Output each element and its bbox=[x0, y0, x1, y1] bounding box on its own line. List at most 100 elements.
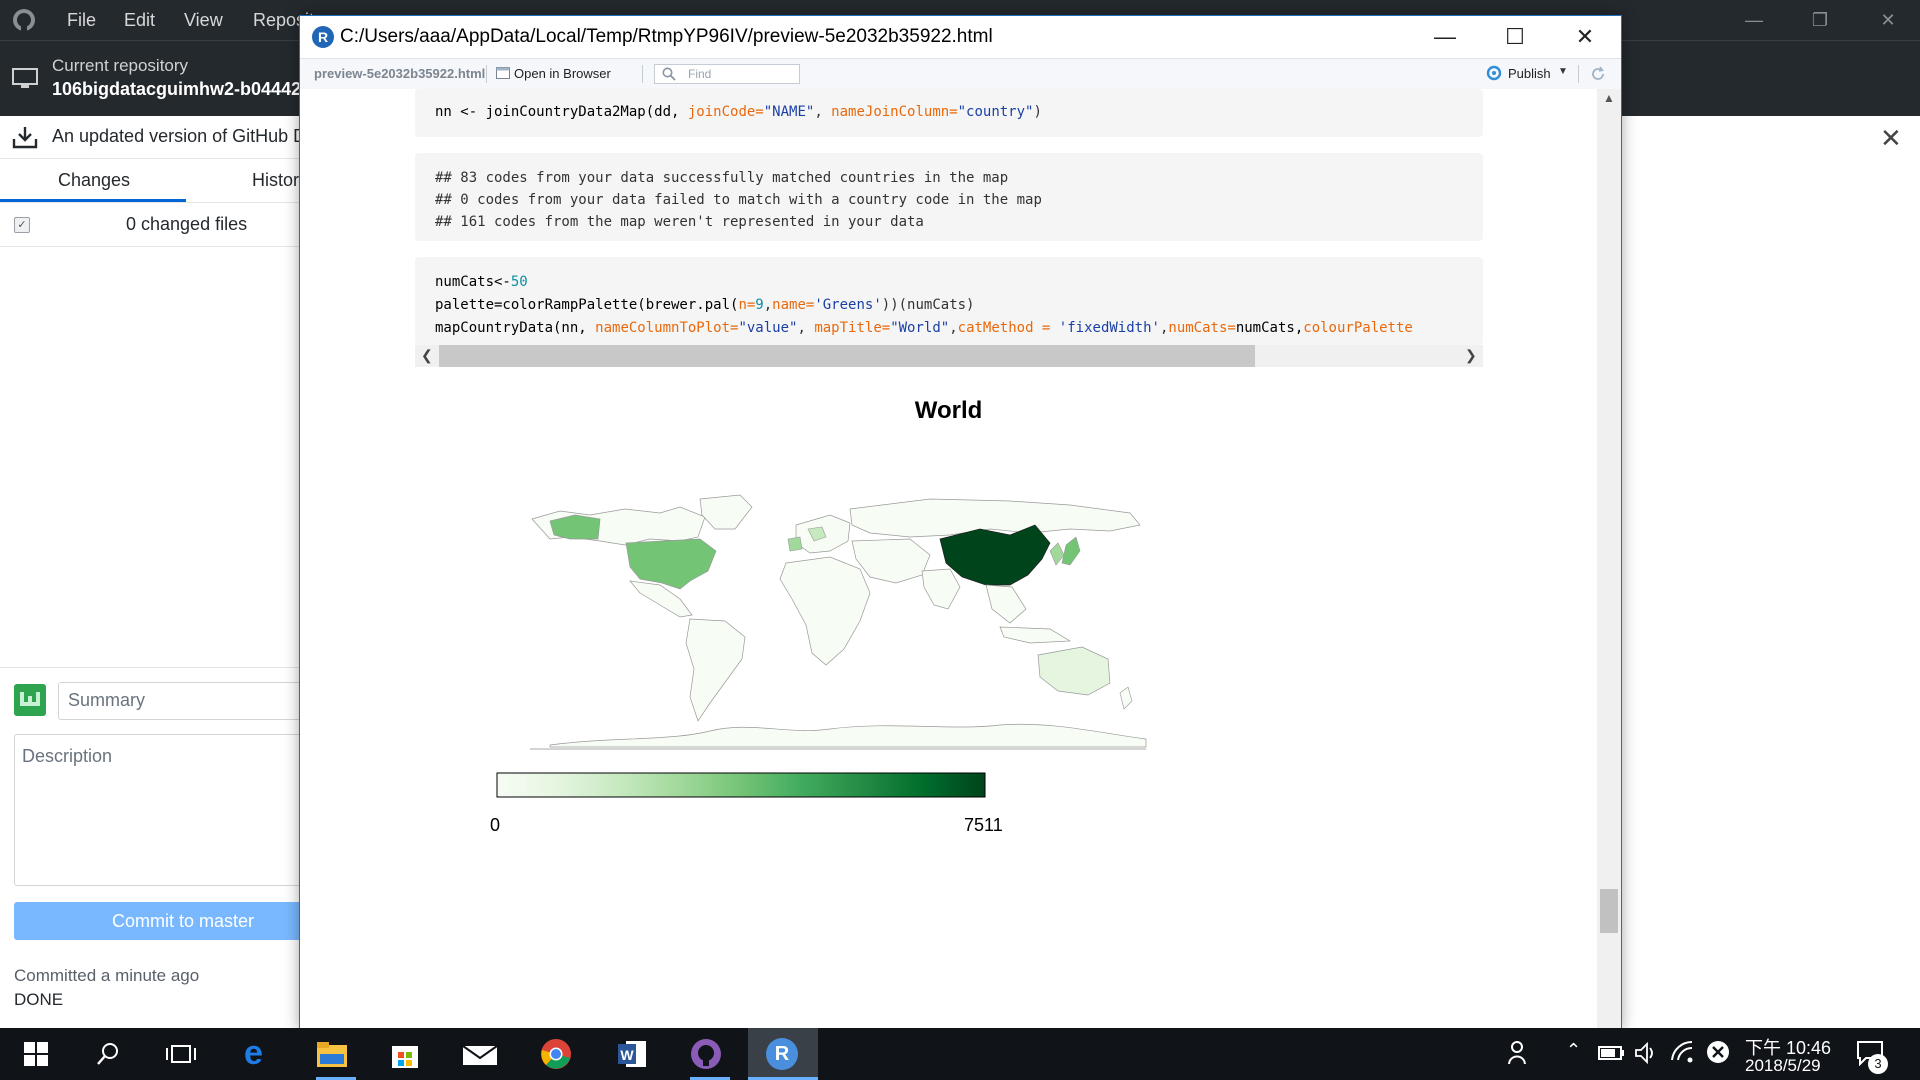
code-token: mapTitle= bbox=[814, 320, 891, 336]
refresh-icon[interactable] bbox=[1590, 66, 1606, 82]
chevron-up-icon[interactable]: ⌃ bbox=[1566, 1040, 1581, 1061]
svg-text:W: W bbox=[620, 1047, 634, 1063]
find-placeholder: Find bbox=[688, 67, 712, 81]
map-title: World bbox=[914, 397, 983, 424]
viewer-maximize-icon[interactable]: ☐ bbox=[1480, 16, 1550, 58]
commit-button[interactable]: Commit to master bbox=[14, 902, 304, 940]
viewer-file-label: preview-5e2032b35922.html bbox=[314, 66, 486, 81]
code-token: catMethod = bbox=[957, 320, 1059, 336]
usa bbox=[625, 538, 717, 590]
viewer-vertical-scrollbar[interactable]: ▲ bbox=[1597, 89, 1621, 1029]
publish-dropdown-icon[interactable]: ▼ bbox=[1558, 66, 1568, 77]
search-icon[interactable] bbox=[96, 1042, 120, 1066]
code-token: "World" bbox=[890, 320, 950, 336]
scroll-right-icon[interactable]: ❯ bbox=[1465, 347, 1477, 364]
menu-view[interactable]: View bbox=[184, 0, 223, 40]
banner-close-icon[interactable]: ✕ bbox=[1880, 123, 1902, 154]
summary-placeholder: Summary bbox=[68, 690, 146, 710]
scroll-up-icon[interactable]: ▲ bbox=[1603, 91, 1615, 105]
edge-browser-icon[interactable]: e bbox=[244, 1036, 278, 1070]
south-america bbox=[685, 618, 746, 722]
github-desktop-icon[interactable] bbox=[690, 1038, 722, 1070]
code-line: nn <- joinCountryData2Map(dd, joinCode="… bbox=[435, 101, 1042, 123]
menu-edit[interactable]: Edit bbox=[124, 0, 155, 40]
scroll-left-icon[interactable]: ❮ bbox=[421, 347, 433, 364]
output-line: ## 161 codes from the map weren't repres… bbox=[435, 214, 924, 230]
wifi-icon[interactable] bbox=[1670, 1040, 1696, 1064]
code-token: ) bbox=[1033, 104, 1042, 120]
code-token: numCats= bbox=[1168, 320, 1236, 336]
output-line: ## 0 codes from your data failed to matc… bbox=[435, 192, 1042, 208]
korea bbox=[1049, 542, 1065, 566]
last-commit-message[interactable]: DONE bbox=[14, 990, 63, 1010]
map-legend bbox=[496, 772, 986, 798]
code-token: mapCountryData(nn, bbox=[435, 320, 596, 336]
code-token: n= bbox=[738, 297, 756, 313]
code-token: colourPalette bbox=[1303, 320, 1413, 336]
antarctica bbox=[549, 723, 1147, 748]
github-main-area bbox=[1622, 158, 1920, 1028]
code-token: , bbox=[797, 320, 815, 336]
code-token: "country" bbox=[957, 104, 1034, 120]
select-all-checkbox[interactable]: ✓ bbox=[14, 217, 30, 233]
code-line: palette=colorRampPalette(brewer.pal(n=9,… bbox=[435, 294, 974, 316]
close-icon[interactable]: ✕ bbox=[1860, 0, 1916, 40]
new-zealand bbox=[1119, 686, 1133, 710]
task-view-icon[interactable] bbox=[166, 1044, 196, 1064]
australia bbox=[1037, 646, 1111, 696]
viewer-close-icon[interactable]: ✕ bbox=[1550, 16, 1620, 58]
store-icon[interactable] bbox=[390, 1038, 420, 1070]
code-token: , bbox=[763, 297, 773, 313]
code-token: 9 bbox=[755, 297, 764, 313]
toolbar-separator bbox=[486, 65, 487, 83]
windows-start-icon[interactable] bbox=[24, 1042, 48, 1066]
russia bbox=[849, 498, 1141, 538]
publish-button[interactable]: Publish bbox=[1508, 66, 1551, 81]
battery-icon[interactable] bbox=[1598, 1044, 1624, 1062]
rstudio-icon[interactable]: R bbox=[766, 1038, 798, 1070]
indonesia bbox=[999, 626, 1072, 644]
legend-color-bar bbox=[496, 772, 986, 798]
code-token: ))(numCats) bbox=[881, 297, 975, 313]
code-chunk: nn <- joinCountryData2Map(dd, joinCode="… bbox=[415, 89, 1483, 137]
code-horizontal-scrollbar[interactable]: ❮ ❯ bbox=[415, 345, 1483, 367]
output-line: ## 83 codes from your data successfully … bbox=[435, 170, 1009, 186]
menu-file[interactable]: File bbox=[67, 0, 96, 40]
avatar bbox=[14, 684, 46, 716]
identicon-icon bbox=[20, 692, 40, 706]
file-explorer-icon[interactable] bbox=[316, 1040, 348, 1068]
people-icon[interactable] bbox=[1508, 1040, 1532, 1066]
mail-icon[interactable] bbox=[462, 1042, 498, 1066]
r-logo-icon: R bbox=[312, 26, 334, 48]
restore-icon[interactable]: ❐ bbox=[1792, 0, 1848, 40]
changed-files-count: 0 changed files bbox=[126, 214, 248, 234]
world-map bbox=[530, 494, 1147, 750]
viewer-minimize-icon[interactable]: — bbox=[1410, 16, 1480, 58]
code-token: joinCode= bbox=[687, 104, 764, 120]
code-token: 'fixedWidth' bbox=[1058, 320, 1160, 336]
tab-changes[interactable]: Changes bbox=[58, 158, 130, 202]
scrollbar-thumb[interactable] bbox=[439, 345, 1255, 367]
publish-icon bbox=[1486, 65, 1502, 81]
open-in-browser-button[interactable]: Open in Browser bbox=[514, 66, 611, 81]
active-tab-indicator bbox=[0, 199, 186, 202]
search-icon bbox=[662, 67, 676, 81]
volume-icon[interactable] bbox=[1634, 1042, 1658, 1064]
viewer-content: nn <- joinCountryData2Map(dd, joinCode="… bbox=[300, 89, 1597, 1029]
minimize-icon[interactable]: — bbox=[1726, 0, 1782, 40]
code-token: nameColumnToPlot= bbox=[595, 320, 739, 336]
code-chunk: numCats<-50 palette=colorRampPalette(bre… bbox=[415, 257, 1483, 345]
download-icon bbox=[12, 127, 38, 149]
current-repository-label[interactable]: Current repository bbox=[52, 56, 188, 76]
chrome-icon[interactable] bbox=[540, 1038, 572, 1070]
viewer-window-title: C:/Users/aaa/AppData/Local/Temp/RtmpYP96… bbox=[340, 26, 993, 47]
output-chunk: ## 83 codes from your data successfully … bbox=[415, 153, 1483, 241]
notification-count-badge: 3 bbox=[1868, 1054, 1888, 1074]
current-repository-name[interactable]: 106bigdatacguimhw2-b044422 bbox=[52, 79, 311, 100]
taskbar-date[interactable]: 2018/5/29 bbox=[1745, 1056, 1821, 1076]
scrollbar-thumb[interactable] bbox=[1600, 889, 1618, 933]
code-token: "value" bbox=[738, 320, 798, 336]
word-icon[interactable]: W bbox=[616, 1038, 648, 1070]
commit-area-divider bbox=[0, 667, 300, 668]
network-error-icon[interactable] bbox=[1706, 1040, 1730, 1064]
